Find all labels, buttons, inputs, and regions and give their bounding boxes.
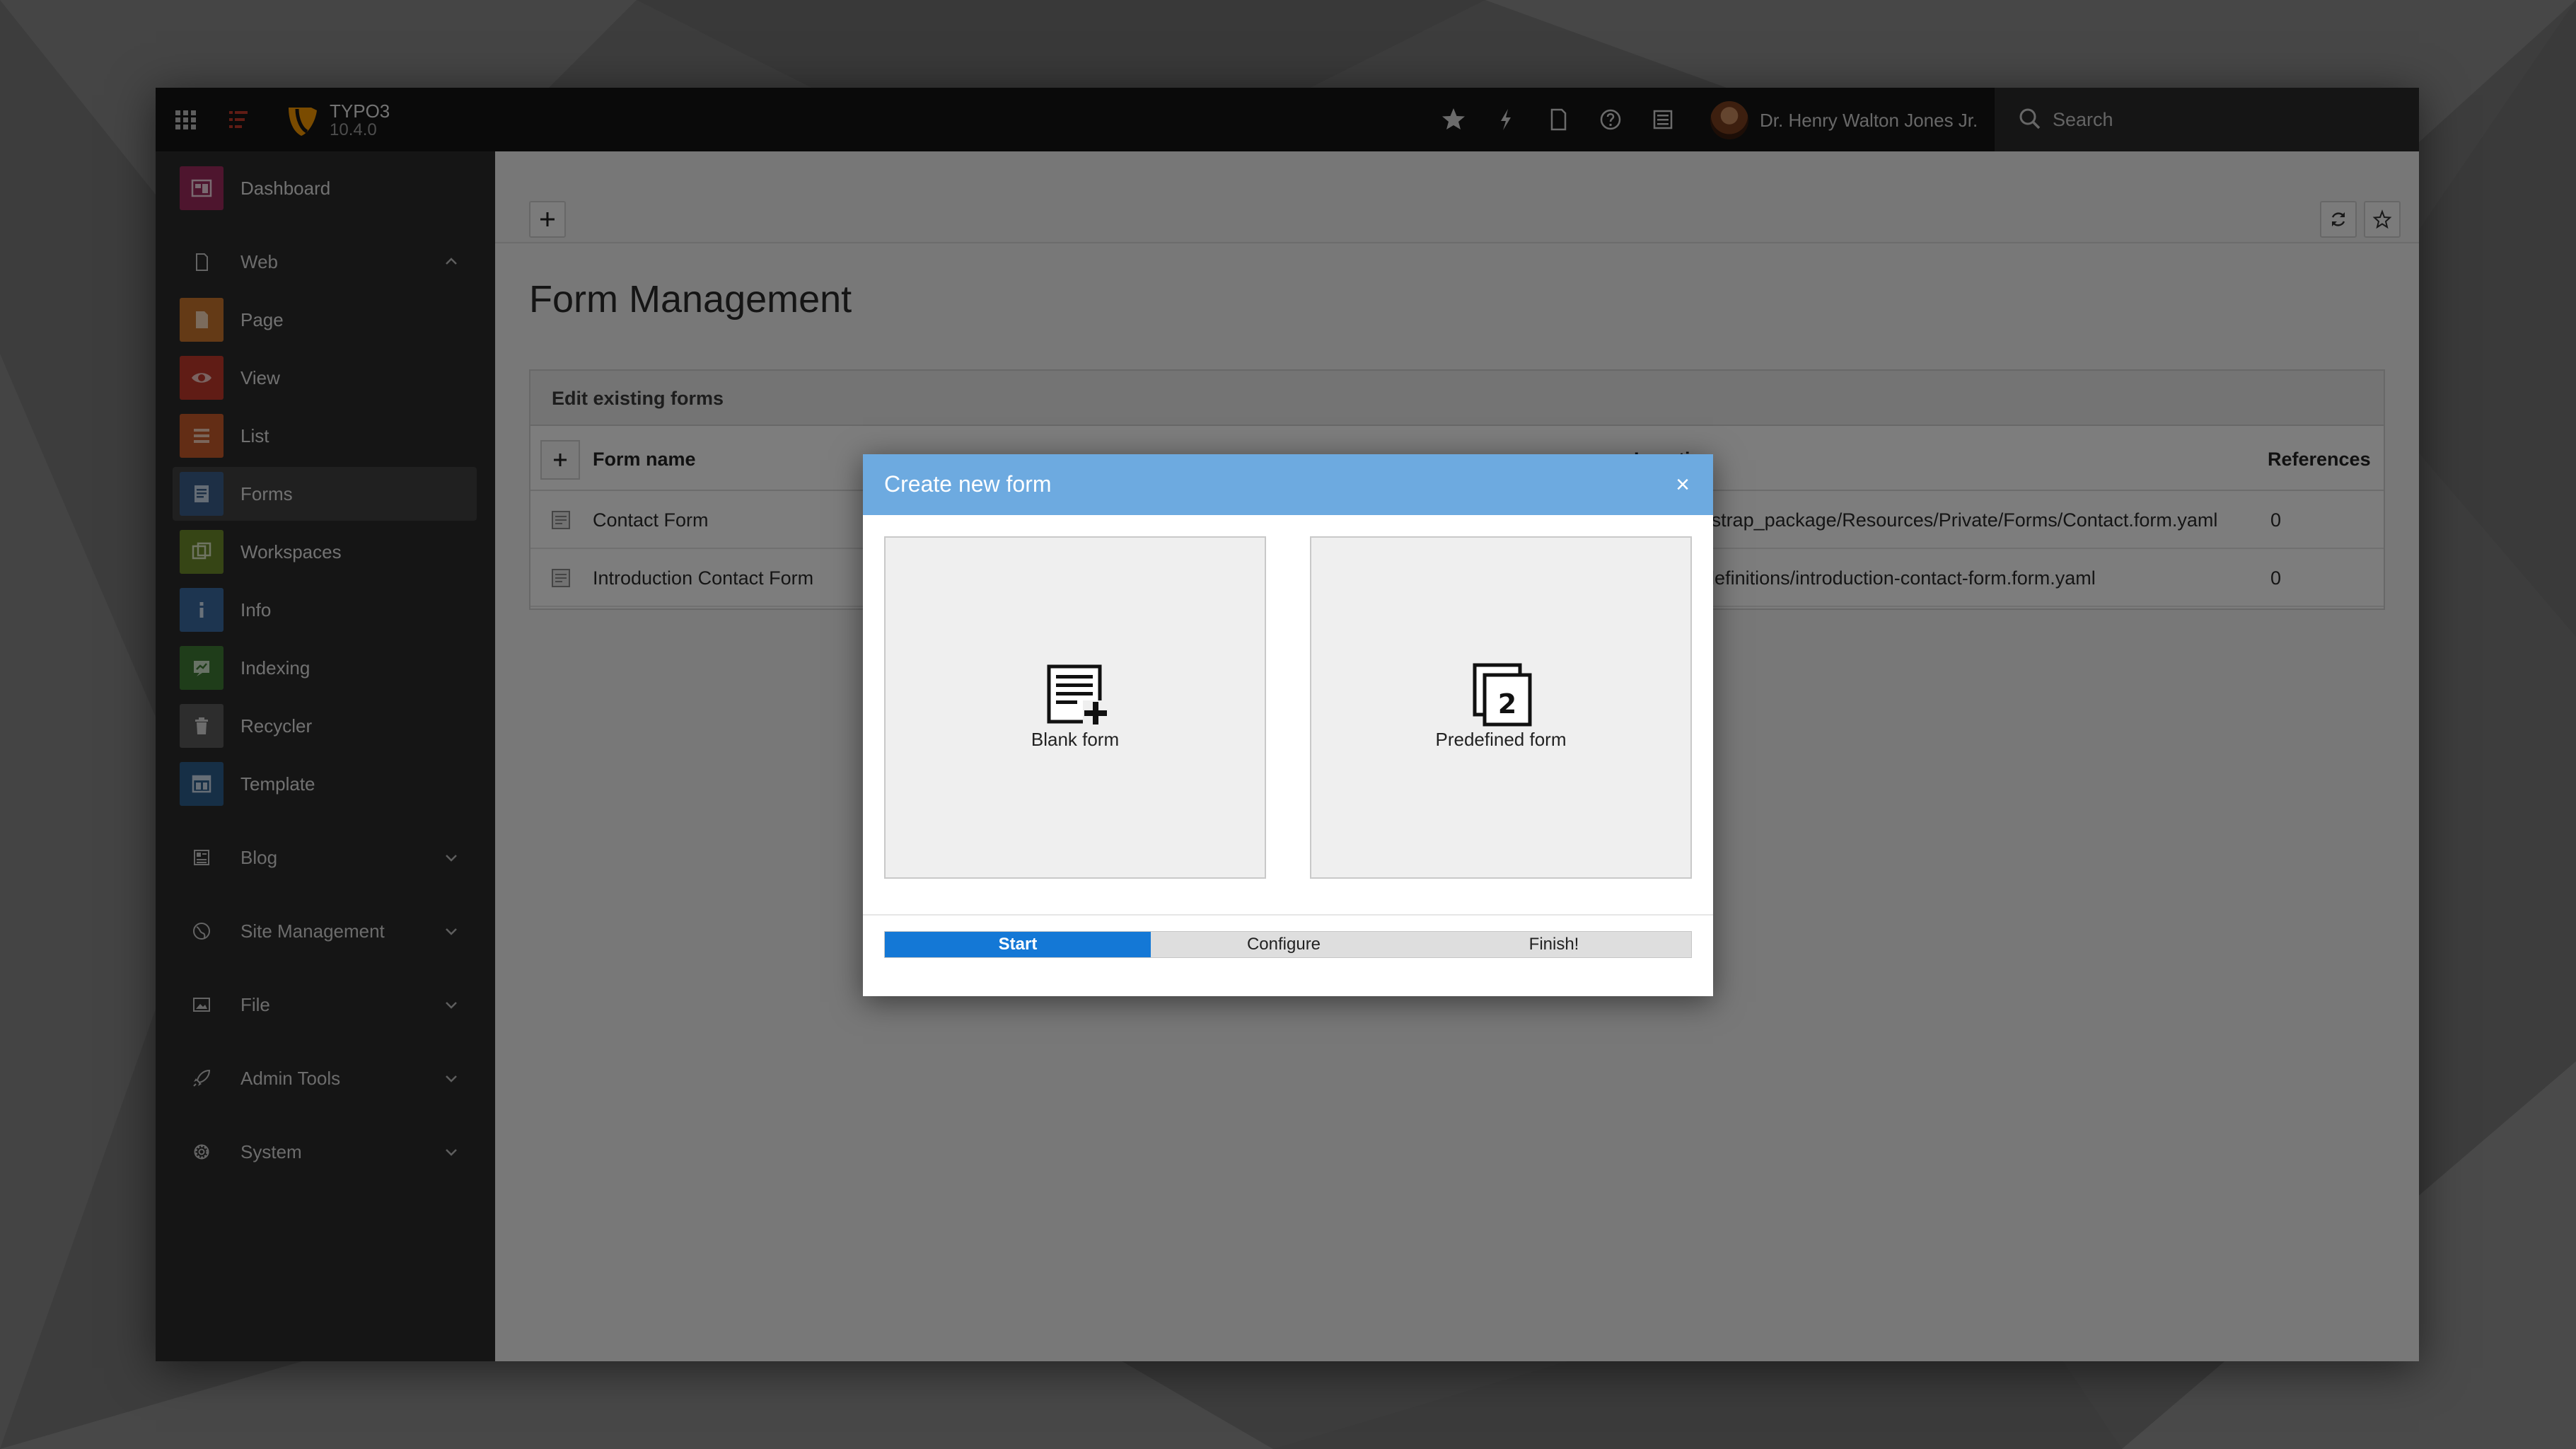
wizard-progress: Start Configure Finish!: [884, 931, 1692, 958]
step-start: Start: [885, 932, 1151, 957]
close-icon[interactable]: ×: [1669, 471, 1696, 498]
blank-form-label: Blank form: [1031, 729, 1120, 750]
modal-title: Create new form: [884, 471, 1052, 497]
predefined-form-label: Predefined form: [1435, 729, 1567, 750]
predefined-form-option[interactable]: 2 Predefined form: [1310, 536, 1692, 879]
create-form-modal: Create new form × Blank form 2 Predefine…: [863, 454, 1713, 996]
blank-form-option[interactable]: Blank form: [884, 536, 1266, 879]
predefined-form-icon: 2: [1473, 663, 1532, 727]
blank-form-icon: [1047, 664, 1108, 726]
modal-divider: [863, 914, 1713, 916]
modal-header: Create new form ×: [863, 454, 1713, 515]
step-finish: Finish!: [1528, 935, 1579, 954]
typo3-backend-window: TYPO3 10.4.0 Dr. Henry Walton Jones Jr.: [156, 88, 2419, 1361]
step-configure: Configure: [1246, 935, 1321, 954]
svg-text:2: 2: [1498, 688, 1516, 720]
